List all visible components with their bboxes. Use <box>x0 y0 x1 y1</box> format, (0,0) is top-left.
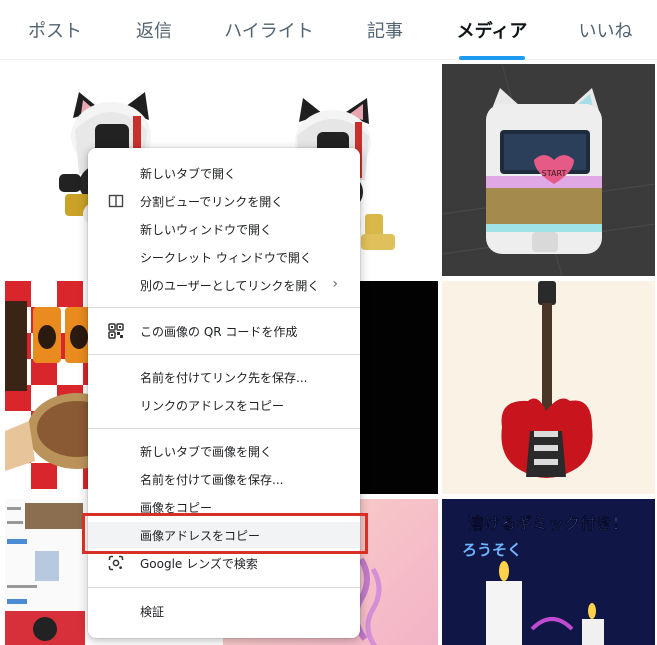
media-thumbnail-candle-poster[interactable]: 溶けるギミック付き！ ろうそく <box>442 499 655 645</box>
google-lens-icon <box>108 555 124 571</box>
poster-title-line1: 溶けるギミック付き！ <box>468 514 628 533</box>
tab-posts[interactable]: ポスト <box>0 0 110 60</box>
menu-save-link-as-label: 名前を付けてリンク先を保存... <box>140 370 308 385</box>
active-tab-indicator <box>459 56 525 60</box>
menu-open-as-user[interactable]: 別のユーザーとしてリンクを開く › <box>88 272 360 298</box>
tab-articles[interactable]: 記事 <box>340 0 430 60</box>
menu-open-as-user-label: 別のユーザーとしてリンクを開く <box>140 278 320 293</box>
qr-code-icon <box>108 323 124 339</box>
menu-open-new-window[interactable]: 新しいウィンドウで開く <box>88 216 360 242</box>
media-thumbnail-3d-cat-bag[interactable]: START <box>442 64 655 276</box>
bag-label-text: START <box>542 169 567 178</box>
menu-open-incognito-label: シークレット ウィンドウで開く <box>140 250 312 265</box>
menu-open-new-tab[interactable]: 新しいタブで開く <box>88 160 360 186</box>
tab-articles-label: 記事 <box>367 21 403 42</box>
menu-open-image-new-tab-label: 新しいタブで画像を開く <box>140 444 273 459</box>
media-thumbnail-guitar[interactable] <box>442 281 655 494</box>
webpage-image <box>5 499 85 645</box>
menu-open-image-new-tab[interactable]: 新しいタブで画像を開く <box>88 438 360 464</box>
menu-save-link-as[interactable]: 名前を付けてリンク先を保存... <box>88 364 360 390</box>
menu-open-new-window-label: 新しいウィンドウで開く <box>140 222 273 237</box>
menu-copy-image-address-label: 画像アドレスをコピー <box>140 528 261 543</box>
menu-open-new-tab-label: 新しいタブで開く <box>140 166 237 181</box>
guitar-image <box>442 281 655 494</box>
chevron-right-icon: › <box>332 276 338 292</box>
menu-split-view[interactable]: 分割ビューでリンクを開く <box>88 188 360 214</box>
tab-media[interactable]: メディア <box>430 0 554 60</box>
context-menu: 新しいタブで開く 分割ビューでリンクを開く 新しいウィンドウで開く シークレット… <box>88 148 360 638</box>
tab-highlights[interactable]: ハイライト <box>198 0 340 60</box>
tab-posts-label: ポスト <box>28 21 82 42</box>
menu-qr-code[interactable]: この画像の QR コードを作成 <box>88 318 360 344</box>
poster-title-line2: ろうそく <box>462 541 522 559</box>
menu-copy-link-address-label: リンクのアドレスをコピー <box>140 398 285 413</box>
menu-inspect-label: 検証 <box>140 604 165 619</box>
menu-qr-code-label: この画像の QR コードを作成 <box>140 324 298 339</box>
menu-separator <box>88 307 360 308</box>
menu-google-lens[interactable]: Google レンズで検索 <box>88 550 360 576</box>
menu-open-incognito[interactable]: シークレット ウィンドウで開く <box>88 244 360 270</box>
tab-replies[interactable]: 返信 <box>110 0 198 60</box>
menu-split-view-label: 分割ビューでリンクを開く <box>140 194 284 209</box>
split-view-icon <box>108 194 124 208</box>
tab-likes-label: いいね <box>578 21 633 42</box>
menu-separator <box>88 587 360 588</box>
menu-save-image-as-label: 名前を付けて画像を保存... <box>140 472 284 487</box>
cat-bag-image: START <box>442 64 655 276</box>
menu-separator <box>88 428 360 429</box>
menu-save-image-as[interactable]: 名前を付けて画像を保存... <box>88 466 360 492</box>
tab-highlights-label: ハイライト <box>224 21 314 42</box>
tab-media-label: メディア <box>456 21 528 42</box>
menu-google-lens-label: Google レンズで検索 <box>140 556 258 571</box>
menu-separator <box>88 354 360 355</box>
media-thumbnail-webpage[interactable] <box>5 499 85 645</box>
tab-replies-label: 返信 <box>136 21 172 42</box>
menu-inspect[interactable]: 検証 <box>88 598 360 624</box>
tab-likes[interactable]: いいね <box>554 0 657 60</box>
menu-copy-image-label: 画像をコピー <box>140 500 213 515</box>
menu-copy-link-address[interactable]: リンクのアドレスをコピー <box>88 392 360 418</box>
profile-tabs: ポスト 返信 ハイライト 記事 メディア いいね <box>0 0 657 60</box>
candle-poster-image: 溶けるギミック付き！ ろうそく <box>442 499 655 645</box>
menu-copy-image-address[interactable]: 画像アドレスをコピー <box>88 522 360 548</box>
menu-copy-image[interactable]: 画像をコピー <box>88 494 360 520</box>
